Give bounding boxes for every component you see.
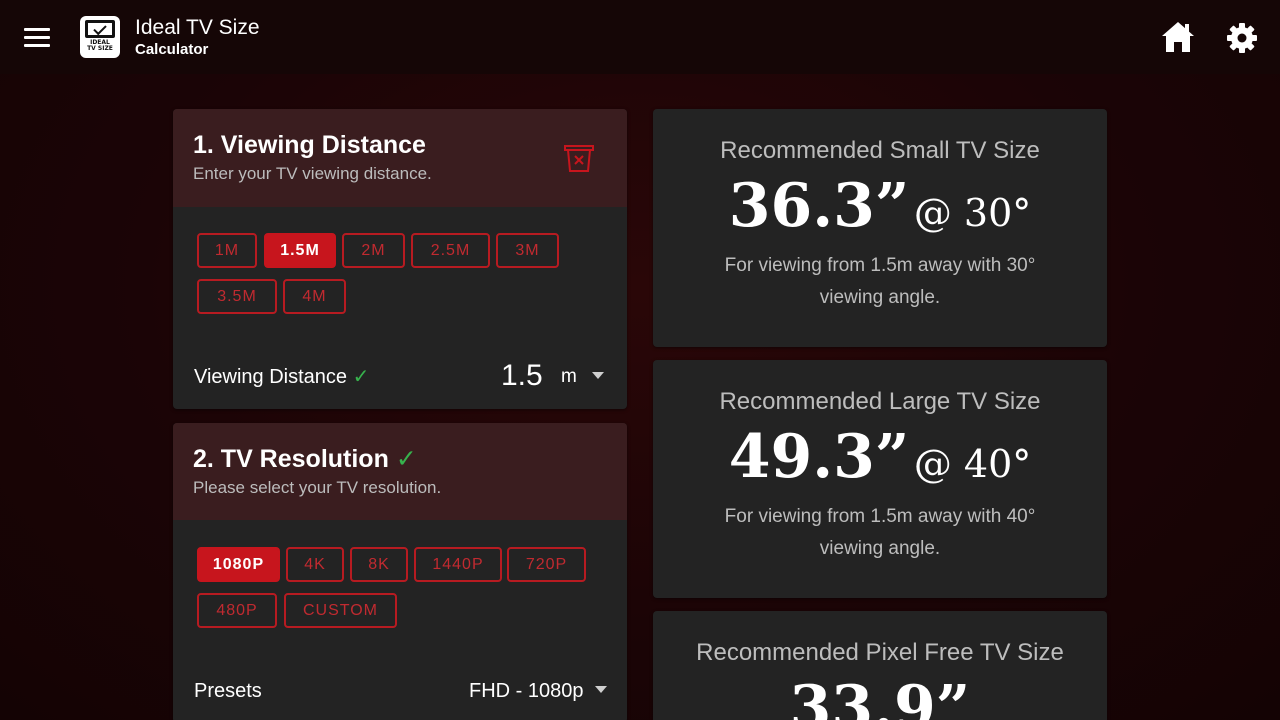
- resolution-chip-1440p[interactable]: 1440P: [414, 547, 502, 582]
- distance-chip-3m[interactable]: 3M: [496, 233, 559, 268]
- distance-chip-1m[interactable]: 1M: [197, 233, 257, 268]
- small-tv-size-desc: For viewing from 1.5m away with 30° view…: [724, 255, 1036, 308]
- tv-resolution-card: 2. TV Resolution ✓ Please select your TV…: [173, 423, 627, 720]
- resolution-chip-480p[interactable]: 480P: [197, 593, 277, 628]
- viewing-distance-input[interactable]: 1.5: [501, 359, 543, 393]
- resolution-chip-720p[interactable]: 720P: [507, 547, 586, 582]
- chevron-down-icon: [595, 686, 608, 694]
- distance-chip-4m[interactable]: 4M: [283, 279, 346, 314]
- large-tv-size-desc: For viewing from 1.5m away with 40° view…: [724, 506, 1036, 559]
- large-tv-size-value: 49.3”: [728, 422, 910, 492]
- app-bar: IDEAL TV SIZE Ideal TV Size Calculator: [0, 0, 1280, 74]
- app-logo: IDEAL TV SIZE: [80, 16, 120, 58]
- pixel-free-tv-size-value: 33.9”: [789, 673, 971, 720]
- viewing-distance-header: 1. Viewing Distance Enter your TV viewin…: [173, 109, 627, 207]
- small-tv-size-card: Recommended Small TV Size 36.3” @ 30° Fo…: [653, 109, 1107, 347]
- pixel-free-tv-size-card: Recommended Pixel Free TV Size 33.9”: [653, 611, 1107, 720]
- viewing-distance-title: 1. Viewing Distance: [193, 131, 426, 159]
- app-title: Ideal TV Size Calculator: [135, 16, 260, 60]
- distance-chip-3-5m[interactable]: 3.5M: [197, 279, 277, 314]
- gear-icon[interactable]: [1224, 20, 1260, 56]
- check-icon: ✓: [395, 445, 417, 473]
- viewing-distance-card: 1. Viewing Distance Enter your TV viewin…: [173, 109, 627, 409]
- small-tv-size-angle: @ 30°: [913, 191, 1032, 235]
- pixel-free-tv-size-title: Recommended Pixel Free TV Size: [696, 639, 1064, 666]
- viewing-distance-subtitle: Enter your TV viewing distance.: [193, 164, 432, 183]
- tv-check-icon: [85, 20, 115, 38]
- chevron-down-icon: [592, 371, 605, 379]
- logo-text-line2: TV SIZE: [87, 45, 113, 52]
- small-tv-size-result: 36.3” @ 30°: [653, 170, 1107, 242]
- resolution-chip-1080p[interactable]: 1080P: [197, 547, 280, 582]
- check-icon: ✓: [352, 366, 370, 388]
- large-tv-size-card: Recommended Large TV Size 49.3” @ 40° Fo…: [653, 360, 1107, 598]
- distance-chip-2m[interactable]: 2M: [342, 233, 405, 268]
- resolution-chip-custom[interactable]: CUSTOM: [284, 593, 397, 628]
- pixel-free-tv-size-result: 33.9”: [653, 672, 1107, 720]
- tv-resolution-header: 2. TV Resolution ✓ Please select your TV…: [173, 423, 627, 520]
- viewing-distance-field-label: Viewing Distance ✓: [194, 366, 370, 388]
- unit-select-value: m: [561, 366, 577, 387]
- app-title-sub: Calculator: [135, 41, 209, 58]
- clear-trash-icon[interactable]: [563, 143, 595, 173]
- presets-select[interactable]: FHD - 1080p: [469, 680, 608, 703]
- menu-icon[interactable]: [24, 28, 50, 48]
- presets-select-value: FHD - 1080p: [469, 680, 584, 702]
- unit-select[interactable]: m: [561, 366, 605, 388]
- large-tv-size-result: 49.3” @ 40°: [653, 421, 1107, 493]
- tv-resolution-title: 2. TV Resolution ✓: [193, 445, 417, 473]
- distance-chip-1-5m[interactable]: 1.5M: [264, 233, 336, 268]
- resolution-chip-4k[interactable]: 4K: [286, 547, 344, 582]
- large-tv-size-angle: @ 40°: [913, 442, 1032, 486]
- resolution-chip-8k[interactable]: 8K: [350, 547, 408, 582]
- small-tv-size-title: Recommended Small TV Size: [720, 137, 1040, 164]
- presets-label: Presets: [194, 680, 262, 702]
- large-tv-size-title: Recommended Large TV Size: [719, 388, 1041, 415]
- viewing-distance-value: 1.5: [501, 359, 543, 392]
- distance-chip-2-5m[interactable]: 2.5M: [411, 233, 490, 268]
- small-tv-size-value: 36.3”: [728, 171, 910, 241]
- tv-resolution-subtitle: Please select your TV resolution.: [193, 478, 442, 497]
- home-icon[interactable]: [1160, 20, 1196, 54]
- app-title-main: Ideal TV Size: [135, 16, 260, 39]
